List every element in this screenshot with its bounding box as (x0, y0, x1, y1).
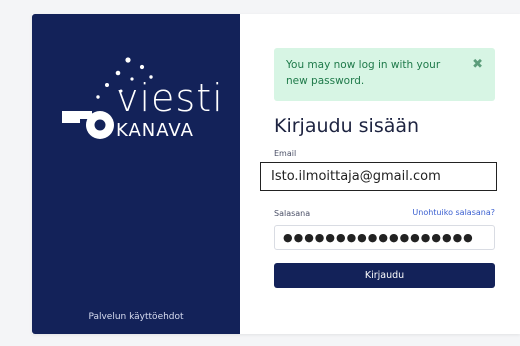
brand-logo-text: viesti (116, 76, 224, 120)
brand-panel: viesti KANAVA Palvelun käyttöehdot (32, 14, 240, 334)
email-label: Email (274, 149, 297, 158)
email-field[interactable] (260, 162, 497, 191)
login-button[interactable]: Kirjaudu (274, 263, 495, 288)
password-label: Salasana (274, 209, 311, 218)
alert-message: You may now log in with your new passwor… (286, 59, 441, 87)
login-card: viesti KANAVA Palvelun käyttöehdot You m… (32, 14, 520, 334)
brand-logo-subtext: KANAVA (116, 120, 194, 141)
success-alert: You may now log in with your new passwor… (274, 48, 495, 101)
password-field[interactable] (274, 225, 495, 250)
forgot-password-link[interactable]: Unohtuiko salasana? (412, 208, 495, 217)
terms-of-service-link[interactable]: Palvelun käyttöehdot (32, 312, 240, 322)
page-title: Kirjaudu sisään (274, 115, 420, 137)
close-icon[interactable]: ✖ (472, 57, 483, 73)
